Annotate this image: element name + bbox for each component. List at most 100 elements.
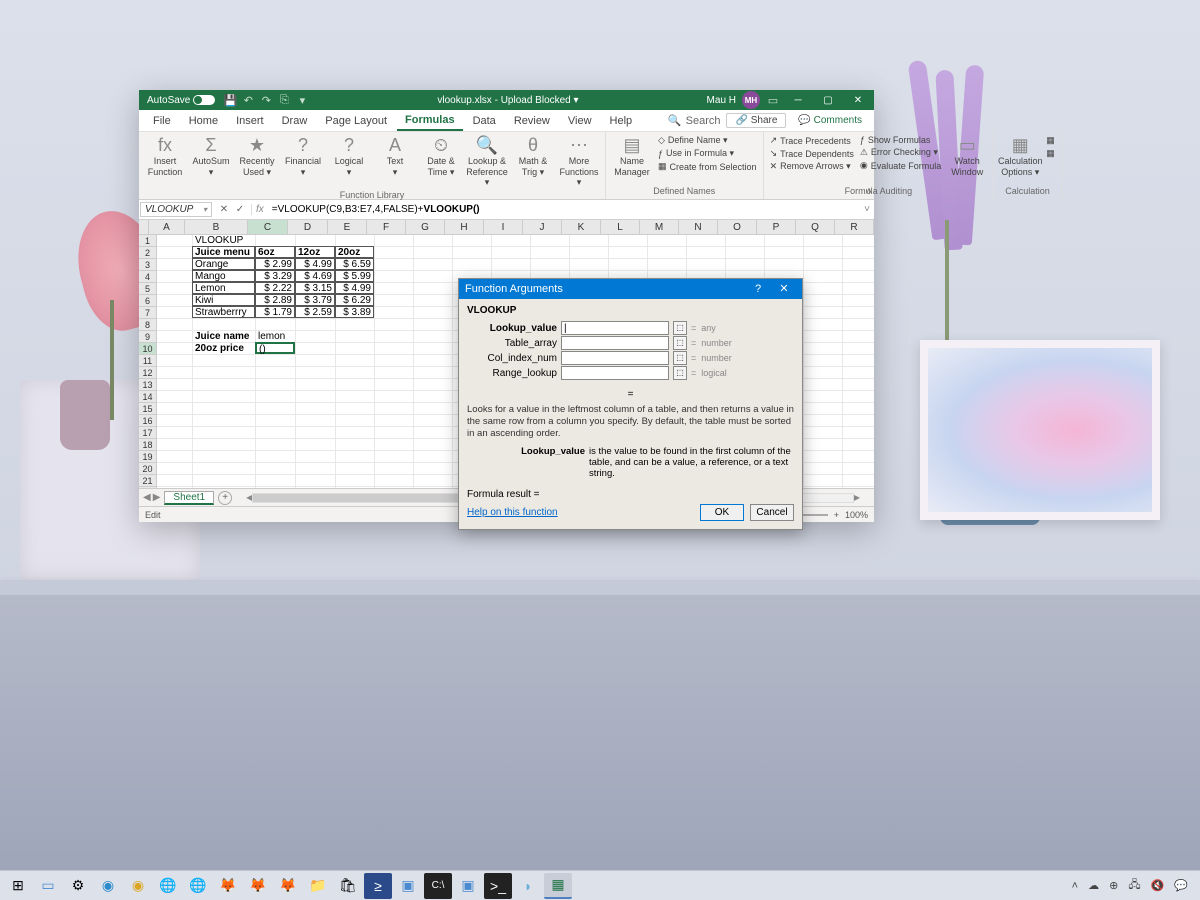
titlebar[interactable]: AutoSave 💾 ↶ ↷ ⎘ ▾ vlookup.xlsx - Upload… xyxy=(139,90,874,110)
show-formulas-button[interactable]: ƒ Show Formulas xyxy=(858,134,943,146)
add-sheet-button[interactable]: + xyxy=(218,491,232,505)
row-header[interactable]: 10 xyxy=(139,343,156,355)
dialog-help-link[interactable]: Help on this function xyxy=(467,507,558,518)
column-header[interactable]: L xyxy=(601,220,640,234)
cell[interactable]: $ 4.99 xyxy=(295,258,335,270)
trace-dependents-button[interactable]: ↘ Trace Dependents xyxy=(768,147,856,160)
cell[interactable]: $ 2.99 xyxy=(255,258,295,270)
cell[interactable]: $ 2.22 xyxy=(255,282,295,294)
chrome-canary-icon[interactable]: 🌐 xyxy=(184,873,212,899)
share-button[interactable]: 🔗 Share xyxy=(726,113,786,128)
calc-sheet-button[interactable]: ▦ xyxy=(1044,147,1057,160)
column-header[interactable]: F xyxy=(367,220,406,234)
row-header[interactable]: 7 xyxy=(139,307,156,319)
name-manager-button[interactable]: ▤NameManager xyxy=(610,134,654,180)
dialog-arg-input-table_array[interactable] xyxy=(561,336,669,350)
formula-input[interactable]: =VLOOKUP(C9,B3:E7,4,FALSE)+VLOOKUP() xyxy=(268,203,860,216)
column-header[interactable]: P xyxy=(757,220,796,234)
edge-canary-icon[interactable]: ◉ xyxy=(124,873,152,899)
column-header[interactable]: M xyxy=(640,220,679,234)
evaluate-formula-button[interactable]: ◉ Evaluate Formula xyxy=(858,159,943,172)
cell[interactable]: 12oz xyxy=(295,246,335,258)
row-header[interactable]: 15 xyxy=(139,403,156,415)
toggle-icon[interactable] xyxy=(193,95,215,105)
dialog-close-icon[interactable]: ✕ xyxy=(772,279,796,299)
row-header[interactable]: 21 xyxy=(139,475,156,487)
comments-button[interactable]: 💬 Comments xyxy=(792,114,868,127)
create-from-selection-button[interactable]: ▦ Create from Selection xyxy=(656,160,759,173)
ribbon-button[interactable]: ⋯MoreFunctions ▾ xyxy=(557,134,601,189)
calc-now-button[interactable]: ▦ xyxy=(1044,134,1057,147)
ribbon-button[interactable]: ⏲Date &Time ▾ xyxy=(419,134,463,180)
column-header[interactable]: K xyxy=(562,220,601,234)
file-explorer-icon[interactable]: 📁 xyxy=(304,873,332,899)
chrome-icon[interactable]: 🌐 xyxy=(154,873,182,899)
excel-taskbar-icon[interactable]: ▦ xyxy=(544,873,572,899)
cell[interactable]: Strawberrry xyxy=(192,306,255,318)
ribbon-button[interactable]: ★RecentlyUsed ▾ xyxy=(235,134,279,180)
console-icon[interactable]: >_ xyxy=(484,873,512,899)
tab-data[interactable]: Data xyxy=(465,112,504,130)
start-button[interactable]: ⊞ xyxy=(4,873,32,899)
cell[interactable]: $ 6.29 xyxy=(335,294,374,306)
row-header[interactable]: 17 xyxy=(139,427,156,439)
cell[interactable]: $ 2.59 xyxy=(295,306,335,318)
collapse-ribbon-icon[interactable]: ˄ xyxy=(866,186,872,197)
tab-view[interactable]: View xyxy=(560,112,600,130)
cell[interactable]: $ 1.79 xyxy=(255,306,295,318)
trace-precedents-button[interactable]: ↗ Trace Precedents xyxy=(768,134,856,147)
firefox-icon[interactable]: 🦊 xyxy=(214,873,242,899)
dialog-arg-input-col_index_num[interactable] xyxy=(561,351,669,365)
cancel-formula-icon[interactable]: ✕ xyxy=(217,204,231,215)
ribbon-button[interactable]: 🔍Lookup &Reference ▾ xyxy=(465,134,509,189)
row-header[interactable]: 12 xyxy=(139,367,156,379)
cell[interactable]: $ 3.29 xyxy=(255,270,295,282)
row-header[interactable]: 14 xyxy=(139,391,156,403)
column-header[interactable]: H xyxy=(445,220,484,234)
system-tray[interactable]: ˄ ☁ ⊕ 🖧 🔇 💬 xyxy=(1072,876,1196,895)
cell[interactable]: Orange xyxy=(192,258,255,270)
cell[interactable]: Lemon xyxy=(192,282,255,294)
column-header[interactable]: N xyxy=(679,220,718,234)
touch-icon[interactable]: ⎘ xyxy=(277,93,291,107)
task-view-icon[interactable]: ▭ xyxy=(34,873,62,899)
qat-dropdown-icon[interactable]: ▾ xyxy=(295,93,309,107)
cell[interactable]: $ 3.89 xyxy=(335,306,374,318)
row-header[interactable]: 5 xyxy=(139,283,156,295)
row-header[interactable]: 6 xyxy=(139,295,156,307)
autosave-toggle[interactable]: AutoSave xyxy=(143,95,219,106)
name-box[interactable]: VLOOKUP▾ xyxy=(140,202,212,217)
redo-icon[interactable]: ↷ xyxy=(259,93,273,107)
column-header[interactable]: E xyxy=(328,220,367,234)
column-header[interactable]: A xyxy=(149,220,185,234)
dialog-cancel-button[interactable]: Cancel xyxy=(750,504,794,521)
expand-formula-icon[interactable]: ˅ xyxy=(860,204,874,215)
calculation-options-button[interactable]: ▦CalculationOptions ▾ xyxy=(998,134,1042,180)
dialog-arg-input-lookup_value[interactable] xyxy=(561,321,669,335)
row-header[interactable]: 16 xyxy=(139,415,156,427)
minimize-button[interactable]: ─ xyxy=(786,90,810,110)
define-name-button[interactable]: ◇ Define Name ▾ xyxy=(656,134,759,147)
column-header[interactable]: R xyxy=(835,220,874,234)
cell[interactable]: 6oz xyxy=(255,246,295,258)
security-icon[interactable]: ⊕ xyxy=(1109,879,1118,892)
ribbon-button[interactable]: fxInsertFunction xyxy=(143,134,187,180)
row-header[interactable]: 9 xyxy=(139,331,156,343)
maximize-button[interactable]: ▢ xyxy=(816,90,840,110)
cell[interactable]: $ 3.15 xyxy=(295,282,335,294)
cmd-icon[interactable]: C:\ xyxy=(424,873,452,899)
search-box[interactable]: 🔍 Search xyxy=(668,114,721,127)
ribbon-button[interactable]: θMath &Trig ▾ xyxy=(511,134,555,180)
cell[interactable]: Mango xyxy=(192,270,255,282)
dialog-help-icon[interactable]: ? xyxy=(746,279,770,299)
settings-icon[interactable]: ⚙ xyxy=(64,873,92,899)
cell[interactable]: 20oz price xyxy=(193,343,256,355)
column-header[interactable]: G xyxy=(406,220,445,234)
firefox-nightly-icon[interactable]: 🦊 xyxy=(274,873,302,899)
cell[interactable]: Juice name xyxy=(193,331,256,343)
column-header[interactable]: D xyxy=(288,220,328,234)
active-cell[interactable]: () xyxy=(255,342,295,354)
tab-page-layout[interactable]: Page Layout xyxy=(317,112,395,130)
cell[interactable]: $ 5.99 xyxy=(335,270,374,282)
network-icon[interactable]: 🖧 xyxy=(1128,876,1140,895)
